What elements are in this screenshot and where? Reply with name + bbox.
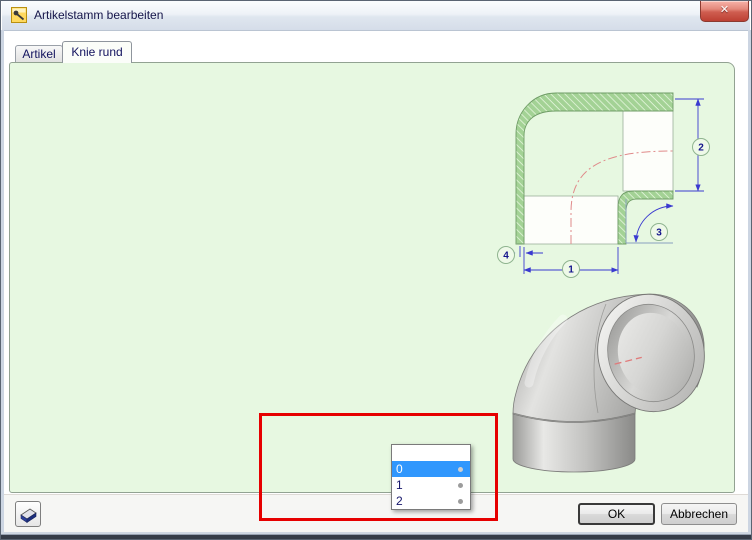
tab-artikel[interactable]: Artikel [15,45,63,63]
eraser-icon [16,502,40,526]
close-button[interactable]: ✕ [700,1,749,22]
cancel-button[interactable]: Abbrechen [661,503,737,525]
tab-knie-rund-label: Knie rund [71,45,122,59]
dropdown-option-1-label: 1 [396,478,403,492]
elbow-3d-render [501,291,736,486]
close-icon: ✕ [720,4,729,16]
tab-knie-rund[interactable]: Knie rund [62,41,132,63]
elbow-section-drawing: 1 2 3 4 [501,86,736,291]
option-indicator-dot-icon [458,467,463,472]
eraser-tool-button[interactable] [15,501,41,527]
cancel-button-label: Abbrechen [670,507,728,521]
app-icon [11,7,27,23]
dropdown-option-2-label: 2 [396,494,403,508]
dropdown-option-0-label: 0 [396,462,403,476]
callout-2: 2 [698,143,704,154]
tab-artikel-label: Artikel [22,47,55,61]
biegerichtung-dropdown-list: 0 1 2 [391,444,471,510]
dropdown-option-1[interactable]: 1 [392,477,470,493]
callout-4: 4 [503,251,509,262]
window-frame-left [1,30,4,533]
option-indicator-dot-icon [458,483,463,488]
callout-1: 1 [568,265,574,276]
window-frame-bottom [1,532,751,539]
dropdown-option-2[interactable]: 2 [392,493,470,509]
dialog-window: Artikelstamm bearbeiten ✕ Artikel Knie r… [0,0,752,540]
dropdown-option-blank[interactable] [392,445,470,461]
callout-3: 3 [656,228,662,239]
option-indicator-dot-icon [458,499,463,504]
window-title: Artikelstamm bearbeiten [34,8,163,22]
dropdown-option-0[interactable]: 0 [392,461,470,477]
ok-button-label: OK [608,507,625,521]
title-bar: Artikelstamm bearbeiten [2,1,750,31]
ok-button[interactable]: OK [578,503,655,525]
window-frame-right [748,30,751,533]
